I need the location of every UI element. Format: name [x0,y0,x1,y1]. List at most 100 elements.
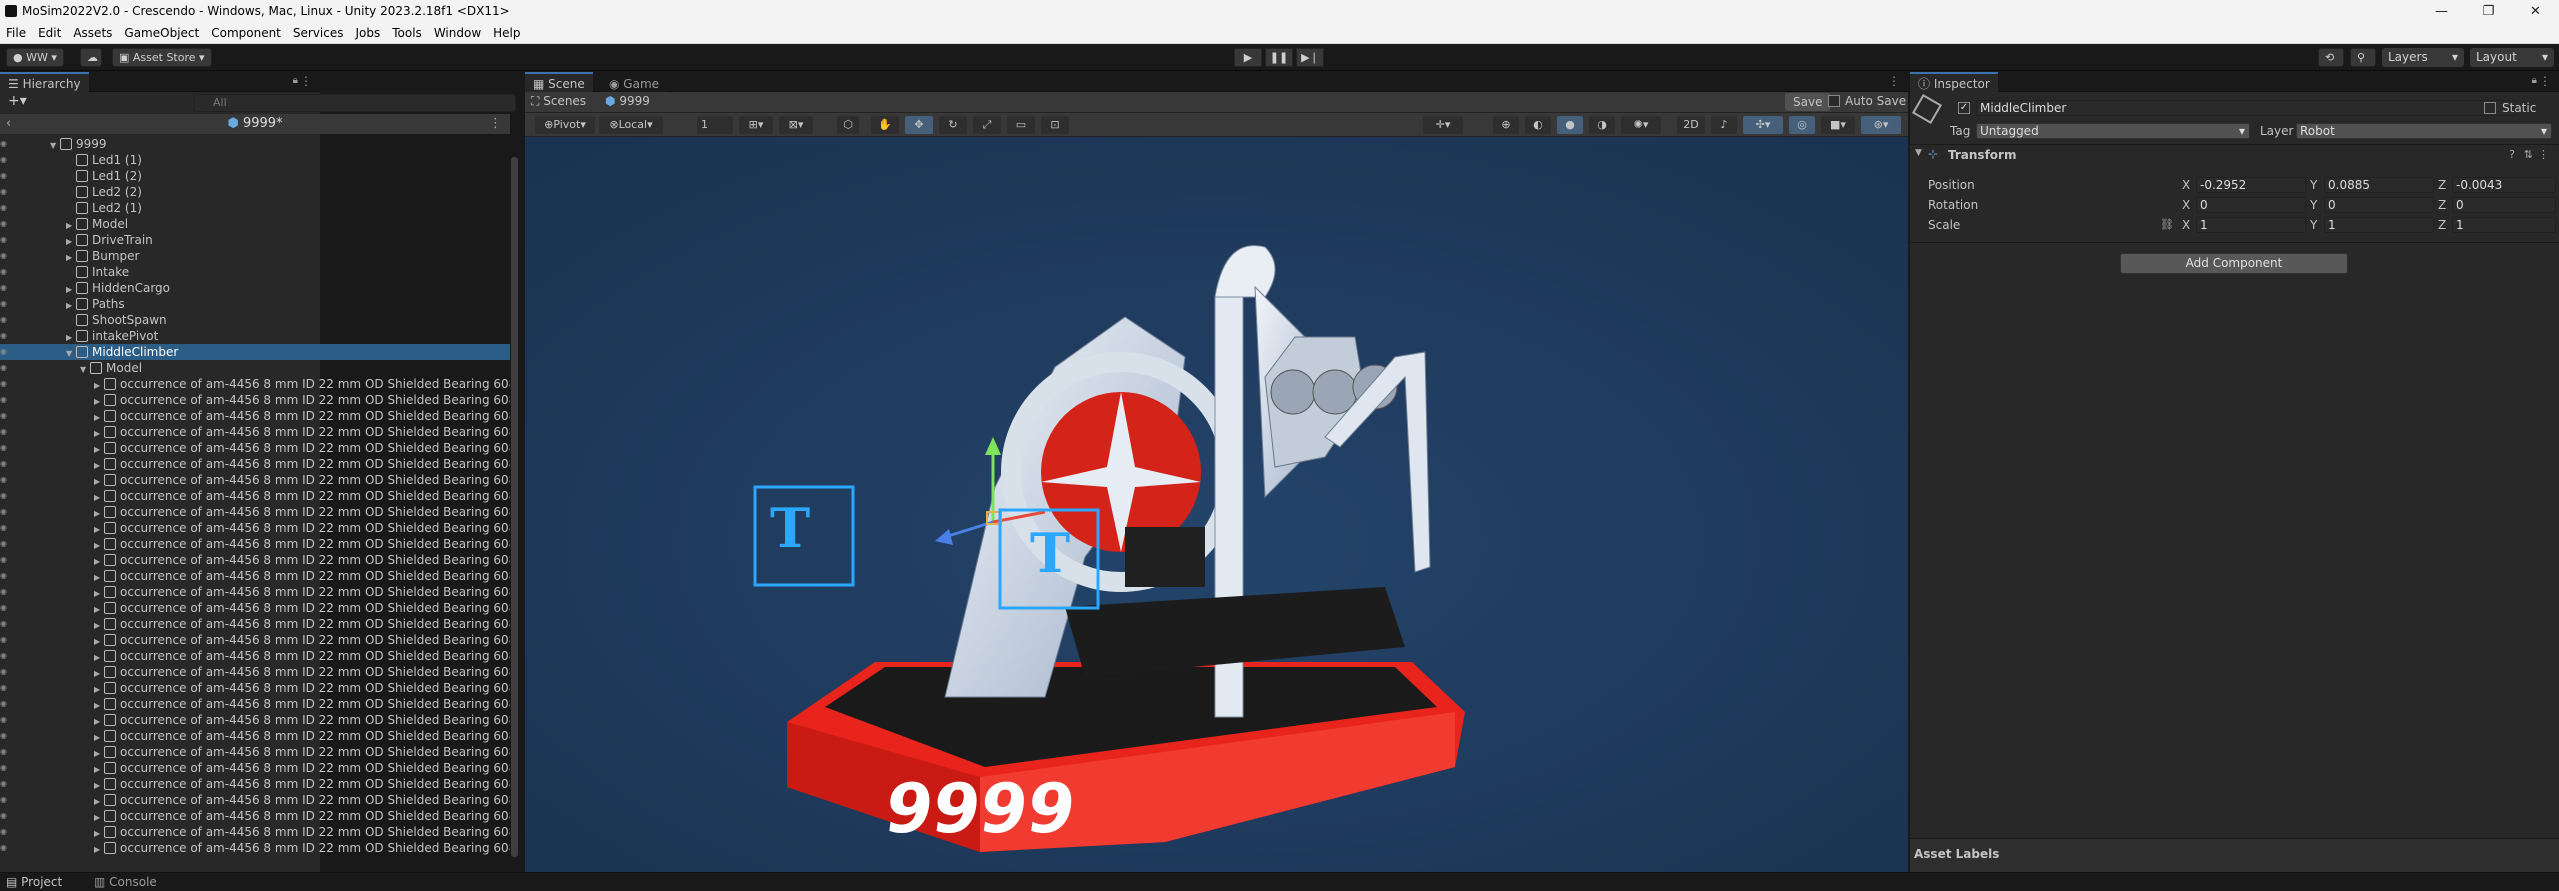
hierarchy-item[interactable]: ◉ ▼ Model [0,360,510,376]
expand-arrow-icon[interactable]: ▶ [94,442,104,456]
expand-arrow-icon[interactable]: ▶ [94,810,104,824]
lighting-dropdown[interactable]: ✺▾ [1621,116,1661,134]
expand-arrow-icon[interactable]: ▶ [94,842,104,856]
expand-arrow-icon[interactable]: ▶ [94,426,104,440]
hierarchy-item-bearing[interactable]: ◉ ▶ occurrence of am-4456 8 mm ID 22 mm OD… [0,744,510,760]
hierarchy-item-bearing[interactable]: ◉ ▶ occurrence of am-4456 8 mm ID 22 mm OD… [0,616,510,632]
expand-arrow-icon[interactable]: ▶ [94,730,104,744]
tab-console[interactable]: ▥ Console [94,875,157,889]
visibility-eye-icon[interactable]: ◉ [0,440,14,456]
expand-arrow-icon[interactable]: ▶ [66,330,76,344]
visibility-eye-icon[interactable]: ◉ [0,216,14,232]
menu-help[interactable]: Help [487,26,526,40]
scene-header[interactable]: ‹ ⬢ 9999* ⋮ [0,114,510,134]
visibility-eye-icon[interactable]: ◉ [0,568,14,584]
visibility-eye-icon[interactable]: ◉ [0,152,14,168]
hierarchy-item-bearing[interactable]: ◉ ▶ occurrence of am-4456 8 mm ID 22 mm OD… [0,680,510,696]
hierarchy-item-root[interactable]: ◉ ▼ 9999 [0,136,510,152]
menu-window[interactable]: Window [428,26,487,40]
visibility-eye-icon[interactable]: ◉ [0,424,14,440]
visibility-eye-icon[interactable]: ◉ [0,696,14,712]
layers-dropdown[interactable]: Layers ▾ [2382,48,2464,67]
scene-menu-icon[interactable]: ⋮ [489,114,502,134]
visibility-eye-icon[interactable]: ◉ [0,664,14,680]
back-arrow-icon[interactable]: ‹ [6,114,11,134]
rot-z-field[interactable]: 0 [2452,197,2556,213]
hierarchy-item-bearing[interactable]: ◉ ▶ occurrence of am-4456 8 mm ID 22 mm OD… [0,696,510,712]
hierarchy-item-bearing[interactable]: ◉ ▶ occurrence of am-4456 8 mm ID 22 mm OD… [0,760,510,776]
menu-tools[interactable]: Tools [386,26,428,40]
scale-y-field[interactable]: 1 [2324,217,2434,233]
lit-icon[interactable]: ◑ [1589,116,1615,134]
visibility-eye-icon[interactable]: ◉ [0,360,14,376]
visibility-eye-icon[interactable]: ◉ [0,776,14,792]
pos-x-field[interactable]: -0.2952 [2196,177,2306,193]
visibility-eye-icon[interactable]: ◉ [0,744,14,760]
scale-z-field[interactable]: 1 [2452,217,2556,233]
expand-arrow-icon[interactable]: ▶ [94,618,104,632]
expand-arrow-icon[interactable]: ▶ [94,682,104,696]
asset-store-button[interactable]: ▣ Asset Store ▾ [112,48,212,67]
orientation-dropdown[interactable]: ✛▾ [1423,116,1463,134]
cloud-icon[interactable]: ☁ [80,48,102,67]
expand-arrow-icon[interactable]: ▶ [94,522,104,536]
shaded-wire-icon[interactable]: ◐ [1525,116,1551,134]
rot-y-field[interactable]: 0 [2324,197,2434,213]
expand-arrow-icon[interactable]: ▶ [66,234,76,248]
expand-arrow-icon[interactable]: ▶ [94,410,104,424]
visibility-eye-icon[interactable]: ◉ [0,552,14,568]
scale-link-icon[interactable]: ⛓ [2160,218,2174,231]
visibility-eye-icon[interactable]: ◉ [0,520,14,536]
visibility-eye-icon[interactable]: ◉ [0,280,14,296]
hierarchy-item[interactable]: ◉ ▶ HiddenCargo [0,280,510,296]
hierarchy-item-bearing[interactable]: ◉ ▶ occurrence of am-4456 8 mm ID 22 mm OD… [0,408,510,424]
rotate-tool-icon[interactable]: ↻ [939,116,967,134]
menu-jobs[interactable]: Jobs [350,26,387,40]
pos-y-field[interactable]: 0.0885 [2324,177,2434,193]
hierarchy-item-bearing[interactable]: ◉ ▶ occurrence of am-4456 8 mm ID 22 mm OD… [0,568,510,584]
visibility-eye-icon[interactable]: ◉ [0,392,14,408]
expand-arrow-icon[interactable]: ▶ [94,394,104,408]
visibility-icon[interactable]: ◎ [1789,116,1815,134]
minimize-button[interactable]: — [2418,4,2465,19]
layout-dropdown[interactable]: Layout ▾ [2470,48,2554,67]
hierarchy-item-bearing[interactable]: ◉ ▶ occurrence of am-4456 8 mm ID 22 mm OD… [0,632,510,648]
account-button[interactable]: ● WW ▾ [6,48,64,67]
search-icon[interactable]: ⚲ [2350,48,2376,67]
expand-arrow-icon[interactable]: ▶ [94,634,104,648]
visibility-eye-icon[interactable]: ◉ [0,616,14,632]
hierarchy-item-bearing[interactable]: ◉ ▶ occurrence of am-4456 8 mm ID 22 mm OD… [0,824,510,840]
visibility-eye-icon[interactable]: ◉ [0,248,14,264]
hierarchy-item-bearing[interactable]: ◉ ▶ occurrence of am-4456 8 mm ID 22 mm OD… [0,552,510,568]
expand-arrow-icon[interactable]: ▶ [66,250,76,264]
expand-arrow-icon[interactable]: ▼ [66,346,76,360]
transform-header[interactable]: ▼ ⊹ Transform ? ⇅ ⋮ [1910,146,2559,166]
mode-2d-button[interactable]: 2D [1677,116,1705,134]
gizmos-dropdown[interactable]: ⊛▾ [1861,116,1901,134]
expand-arrow-icon[interactable]: ▶ [94,378,104,392]
hierarchy-item-bearing[interactable]: ◉ ▶ occurrence of am-4456 8 mm ID 22 mm OD… [0,648,510,664]
object-name-field[interactable]: MiddleClimber [1976,100,2516,116]
pos-z-field[interactable]: -0.0043 [2452,177,2556,193]
global-icon[interactable]: ⊕ [1493,116,1519,134]
hierarchy-item-bearing[interactable]: ◉ ▶ occurrence of am-4456 8 mm ID 22 mm OD… [0,504,510,520]
visibility-eye-icon[interactable]: ◉ [0,488,14,504]
add-component-button[interactable]: Add Component [2120,253,2348,274]
visibility-eye-icon[interactable]: ◉ [0,264,14,280]
visibility-eye-icon[interactable]: ◉ [0,328,14,344]
hierarchy-item-bearing[interactable]: ◉ ▶ occurrence of am-4456 8 mm ID 22 mm OD… [0,488,510,504]
visibility-eye-icon[interactable]: ◉ [0,200,14,216]
scale-tool-icon[interactable]: ⤢ [973,116,1001,134]
visibility-eye-icon[interactable]: ◉ [0,504,14,520]
inspector-lock-icon[interactable]: 🔒︎ [2532,75,2537,86]
expand-arrow-icon[interactable]: ▶ [94,666,104,680]
visibility-eye-icon[interactable]: ◉ [0,456,14,472]
hierarchy-item[interactable]: ◉ ▼ MiddleClimber [0,344,510,360]
expand-arrow-icon[interactable]: ▶ [94,650,104,664]
hierarchy-item-bearing[interactable]: ◉ ▶ occurrence of am-4456 8 mm ID 22 mm OD… [0,840,510,856]
visibility-eye-icon[interactable]: ◉ [0,808,14,824]
expand-arrow-icon[interactable]: ▶ [94,506,104,520]
visibility-eye-icon[interactable]: ◉ [0,136,14,152]
effects-dropdown[interactable]: ✣▾ [1743,116,1783,134]
hierarchy-item-bearing[interactable]: ◉ ▶ occurrence of am-4456 8 mm ID 22 mm OD… [0,600,510,616]
